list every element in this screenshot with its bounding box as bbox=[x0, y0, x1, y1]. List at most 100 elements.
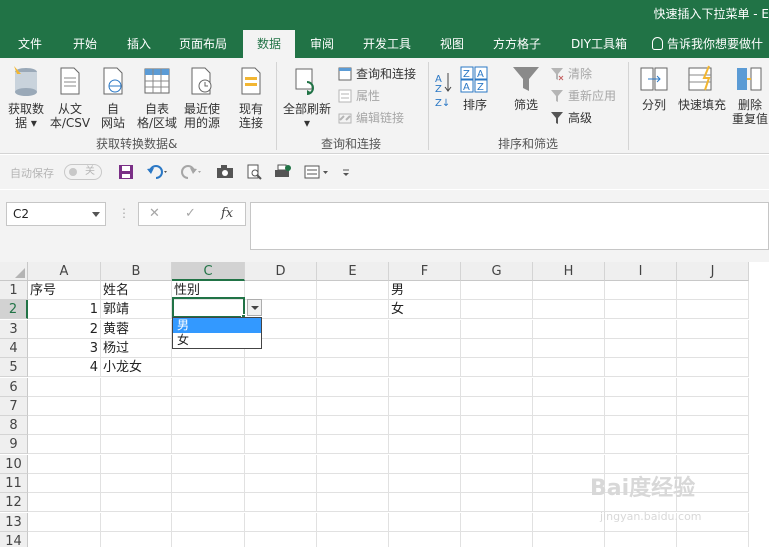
cell-b10[interactable] bbox=[101, 454, 172, 474]
cell-e10[interactable] bbox=[317, 454, 389, 474]
cell-c8[interactable] bbox=[172, 416, 245, 436]
properties-button[interactable]: 属性 bbox=[338, 87, 380, 105]
column-header[interactable]: E bbox=[317, 262, 389, 281]
cell-a8[interactable] bbox=[28, 416, 101, 436]
cell-a14[interactable] bbox=[28, 531, 101, 547]
cell-i7[interactable] bbox=[605, 396, 677, 416]
validation-dropdown-button[interactable] bbox=[247, 299, 262, 316]
cell-b7[interactable] bbox=[101, 396, 172, 416]
cell-d13[interactable] bbox=[245, 512, 317, 532]
cell-d6[interactable] bbox=[245, 377, 317, 397]
cell-e1[interactable] bbox=[317, 281, 389, 300]
cell-b11[interactable] bbox=[101, 474, 172, 493]
cell-b5[interactable]: 小龙女 bbox=[101, 358, 172, 378]
cell-c14[interactable] bbox=[172, 531, 245, 547]
tab-insert[interactable]: 插入 bbox=[116, 30, 162, 58]
cell-c7[interactable] bbox=[172, 396, 245, 416]
advanced-filter-button[interactable]: 高级 bbox=[550, 109, 592, 127]
row-header[interactable]: 13 bbox=[0, 512, 28, 532]
cell-i1[interactable] bbox=[605, 281, 677, 300]
cell-g7[interactable] bbox=[461, 396, 533, 416]
cell-c6[interactable] bbox=[172, 377, 245, 397]
column-header[interactable]: C bbox=[172, 262, 245, 281]
cell-b1[interactable]: 姓名 bbox=[101, 281, 172, 300]
cell-b8[interactable] bbox=[101, 416, 172, 436]
cell-i5[interactable] bbox=[605, 358, 677, 378]
cell-j6[interactable] bbox=[677, 377, 749, 397]
refresh-all-button[interactable]: 全部刷新 ▾ bbox=[280, 64, 334, 130]
undo-icon[interactable] bbox=[146, 164, 170, 180]
cell-i14[interactable] bbox=[605, 531, 677, 547]
cell-c13[interactable] bbox=[172, 512, 245, 532]
cell-i3[interactable] bbox=[605, 319, 677, 339]
cell-g4[interactable] bbox=[461, 338, 533, 358]
cell-j9[interactable] bbox=[677, 435, 749, 455]
cell-b13[interactable] bbox=[101, 512, 172, 532]
cell-i9[interactable] bbox=[605, 435, 677, 455]
formula-input[interactable] bbox=[250, 202, 769, 250]
cell-g1[interactable] bbox=[461, 281, 533, 300]
edit-links-button[interactable]: 编辑链接 bbox=[338, 109, 404, 127]
cell-d14[interactable] bbox=[245, 531, 317, 547]
cell-a7[interactable] bbox=[28, 396, 101, 416]
cell-e6[interactable] bbox=[317, 377, 389, 397]
cell-h2[interactable] bbox=[533, 300, 605, 320]
cell-c10[interactable] bbox=[172, 454, 245, 474]
cell-i2[interactable] bbox=[605, 300, 677, 320]
cell-f3[interactable] bbox=[389, 319, 461, 339]
form-icon[interactable] bbox=[304, 164, 330, 180]
cell-a3[interactable]: 2 bbox=[28, 319, 101, 339]
cell-f14[interactable] bbox=[389, 531, 461, 547]
tab-developer[interactable]: 开发工具 bbox=[352, 30, 422, 58]
cell-g3[interactable] bbox=[461, 319, 533, 339]
cancel-icon[interactable]: ✕ bbox=[149, 206, 160, 221]
cell-j4[interactable] bbox=[677, 338, 749, 358]
cell-g5[interactable] bbox=[461, 358, 533, 378]
cell-b3[interactable]: 黄蓉 bbox=[101, 319, 172, 339]
cell-f10[interactable] bbox=[389, 454, 461, 474]
cell-j7[interactable] bbox=[677, 396, 749, 416]
cell-g2[interactable] bbox=[461, 300, 533, 320]
queries-connections-button[interactable]: 查询和连接 bbox=[338, 65, 416, 83]
cell-g9[interactable] bbox=[461, 435, 533, 455]
cell-f5[interactable] bbox=[389, 358, 461, 378]
cell-e2[interactable] bbox=[317, 300, 389, 320]
chevron-down-icon[interactable] bbox=[92, 212, 100, 217]
cell-h1[interactable] bbox=[533, 281, 605, 300]
dropdown-option-male[interactable]: 男 bbox=[173, 318, 261, 333]
recent-sources-button[interactable]: 最近使 用的源 bbox=[180, 64, 224, 130]
row-header[interactable]: 10 bbox=[0, 454, 28, 474]
cell-h9[interactable] bbox=[533, 435, 605, 455]
cell-a6[interactable] bbox=[28, 377, 101, 397]
cell-h8[interactable] bbox=[533, 416, 605, 436]
cell-h14[interactable] bbox=[533, 531, 605, 547]
row-header[interactable]: 3 bbox=[0, 319, 28, 339]
cell-d7[interactable] bbox=[245, 396, 317, 416]
flash-fill-button[interactable]: 快速填充 bbox=[676, 64, 728, 112]
row-header[interactable]: 5 bbox=[0, 358, 28, 378]
cell-j1[interactable] bbox=[677, 281, 749, 300]
cell-b14[interactable] bbox=[101, 531, 172, 547]
cell-j14[interactable] bbox=[677, 531, 749, 547]
cell-b6[interactable] bbox=[101, 377, 172, 397]
column-header[interactable]: J bbox=[677, 262, 749, 281]
cell-b12[interactable] bbox=[101, 493, 172, 513]
tab-ffgz[interactable]: 方方格子 bbox=[484, 30, 550, 58]
from-web-button[interactable]: 自 网站 bbox=[94, 64, 132, 130]
cell-c11[interactable] bbox=[172, 474, 245, 493]
autosave-toggle[interactable]: 关 bbox=[64, 164, 102, 180]
cell-c5[interactable] bbox=[172, 358, 245, 378]
cell-f6[interactable] bbox=[389, 377, 461, 397]
column-header[interactable]: F bbox=[389, 262, 461, 281]
cell-h6[interactable] bbox=[533, 377, 605, 397]
cell-i4[interactable] bbox=[605, 338, 677, 358]
cell-a5[interactable]: 4 bbox=[28, 358, 101, 378]
dropdown-option-female[interactable]: 女 bbox=[173, 333, 261, 348]
cell-f9[interactable] bbox=[389, 435, 461, 455]
cell-g10[interactable] bbox=[461, 454, 533, 474]
cell-b4[interactable]: 杨过 bbox=[101, 338, 172, 358]
existing-connections-button[interactable]: 现有 连接 bbox=[232, 64, 270, 130]
column-header[interactable]: G bbox=[461, 262, 533, 281]
cell-j5[interactable] bbox=[677, 358, 749, 378]
cell-a4[interactable]: 3 bbox=[28, 338, 101, 358]
